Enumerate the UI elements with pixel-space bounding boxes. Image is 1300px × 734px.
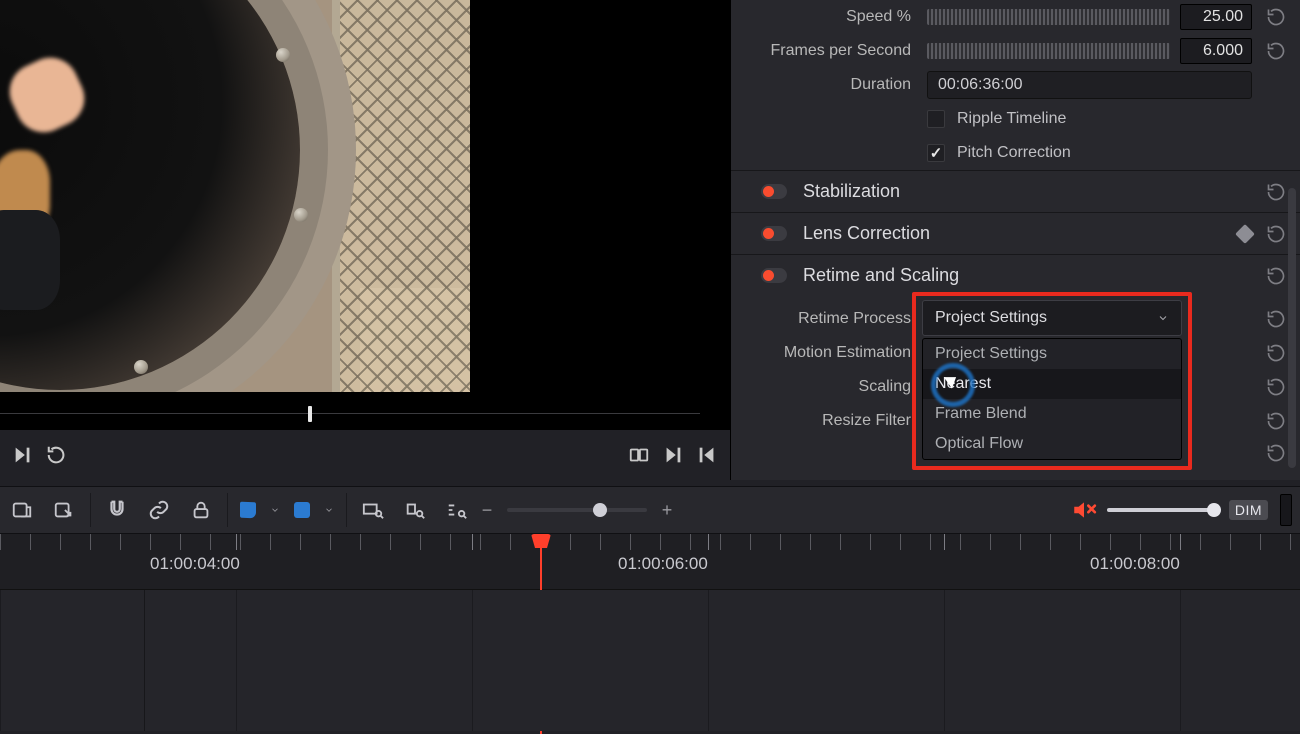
timecode-label: 01:00:08:00	[1090, 554, 1180, 574]
volume-thumb[interactable]	[1207, 503, 1221, 517]
toggle-icon[interactable]	[761, 268, 787, 283]
chevron-down-icon	[1157, 312, 1169, 324]
dropdown-selected-label: Project Settings	[935, 309, 1047, 327]
resize-filter-label: Resize Filter	[731, 412, 927, 430]
zoom-full-icon[interactable]	[359, 496, 387, 524]
cursor-icon	[947, 373, 961, 393]
ripple-checkbox[interactable]	[927, 110, 945, 128]
section-title: Retime and Scaling	[803, 265, 959, 286]
pitch-label: Pitch Correction	[957, 144, 1071, 162]
section-lens-correction[interactable]: Lens Correction	[731, 212, 1300, 254]
section-title: Lens Correction	[803, 223, 930, 244]
volume-slider[interactable]	[1107, 508, 1217, 512]
chevron-down-icon[interactable]	[270, 505, 280, 515]
reset-icon[interactable]	[1266, 266, 1286, 286]
match-frame-icon[interactable]	[622, 438, 656, 472]
scaling-label: Scaling	[731, 378, 927, 396]
speed-value[interactable]: 25.00	[1180, 4, 1252, 30]
chevron-down-icon[interactable]	[324, 505, 334, 515]
flag-marker-icon[interactable]	[240, 502, 256, 519]
fps-row: Frames per Second 6.000	[731, 34, 1300, 68]
reset-icon[interactable]	[1266, 377, 1286, 397]
reset-icon[interactable]	[1266, 7, 1286, 27]
selection-tool-icon[interactable]	[8, 496, 36, 524]
viewer	[0, 0, 730, 430]
ripple-row: Ripple Timeline	[731, 102, 1300, 136]
preview-frame	[0, 0, 470, 392]
ripple-label: Ripple Timeline	[957, 110, 1066, 128]
inspector-scrollbar[interactable]	[1288, 188, 1296, 468]
zoom-thumb[interactable]	[593, 503, 607, 517]
mute-icon[interactable]	[1071, 497, 1097, 523]
zoom-detail-icon[interactable]	[401, 496, 429, 524]
jog-bar[interactable]	[0, 404, 700, 424]
retime-process-dropdown: Project Settings Project Settings Neares…	[912, 292, 1192, 470]
duration-value[interactable]: 00:06:36:00	[927, 71, 1252, 99]
reset-icon[interactable]	[1266, 182, 1286, 202]
link-icon[interactable]	[145, 496, 173, 524]
speed-row: Speed % 25.00	[731, 0, 1300, 34]
keyframe-icon[interactable]	[1235, 224, 1255, 244]
speed-slider[interactable]	[927, 9, 1170, 25]
loop-icon[interactable]	[40, 438, 74, 472]
clip-marker-icon[interactable]	[294, 502, 310, 518]
toggle-icon[interactable]	[761, 226, 787, 241]
section-title: Stabilization	[803, 181, 900, 202]
timeline-toolbar: − + DIM	[0, 486, 1300, 534]
step-forward-icon[interactable]	[656, 438, 690, 472]
jog-handle[interactable]	[308, 406, 312, 422]
timeline-ruler[interactable]: 01:00:04:00 01:00:06:00 01:00:08:00	[0, 534, 1300, 590]
next-frame-icon[interactable]	[6, 438, 40, 472]
timecode-label: 01:00:04:00	[150, 554, 240, 574]
reset-icon[interactable]	[1266, 411, 1286, 431]
pitch-checkbox[interactable]	[927, 144, 945, 162]
lock-icon[interactable]	[187, 496, 215, 524]
reset-icon[interactable]	[1266, 343, 1286, 363]
reset-icon[interactable]	[1266, 41, 1286, 61]
dropdown-option-optical-flow[interactable]: Optical Flow	[923, 429, 1181, 459]
pitch-row: Pitch Correction	[731, 136, 1300, 170]
duration-label: Duration	[731, 76, 927, 94]
zoom-out-icon[interactable]: −	[479, 500, 495, 521]
reset-icon[interactable]	[1266, 443, 1286, 463]
reset-icon[interactable]	[1266, 224, 1286, 244]
fps-slider[interactable]	[927, 43, 1170, 59]
zoom-custom-icon[interactable]	[443, 496, 471, 524]
section-retime-scaling[interactable]: Retime and Scaling	[731, 254, 1300, 296]
dim-button[interactable]: DIM	[1229, 500, 1268, 520]
duration-row: Duration 00:06:36:00	[731, 68, 1300, 102]
step-back-icon[interactable]	[690, 438, 724, 472]
zoom-in-icon[interactable]: +	[659, 500, 675, 521]
section-stabilization[interactable]: Stabilization	[731, 170, 1300, 212]
retime-process-label: Retime Process	[731, 310, 927, 328]
dropdown-selected[interactable]: Project Settings	[922, 300, 1182, 336]
toggle-icon[interactable]	[761, 184, 787, 199]
dropdown-list: Project Settings Nearest Frame Blend Opt…	[922, 338, 1182, 460]
fps-label: Frames per Second	[731, 42, 927, 60]
audio-meter	[1280, 494, 1292, 526]
timecode-label: 01:00:06:00	[618, 554, 708, 574]
insert-tool-icon[interactable]	[50, 496, 78, 524]
dropdown-option-nearest[interactable]: Nearest	[923, 369, 1181, 399]
timeline-tracks[interactable]	[0, 590, 1300, 731]
zoom-slider[interactable]: − +	[479, 500, 675, 521]
motion-estimation-label: Motion Estimation	[731, 344, 927, 362]
transport-bar	[0, 430, 730, 480]
reset-icon[interactable]	[1266, 309, 1286, 329]
speed-label: Speed %	[731, 8, 927, 26]
fps-value[interactable]: 6.000	[1180, 38, 1252, 64]
snap-icon[interactable]	[103, 496, 131, 524]
